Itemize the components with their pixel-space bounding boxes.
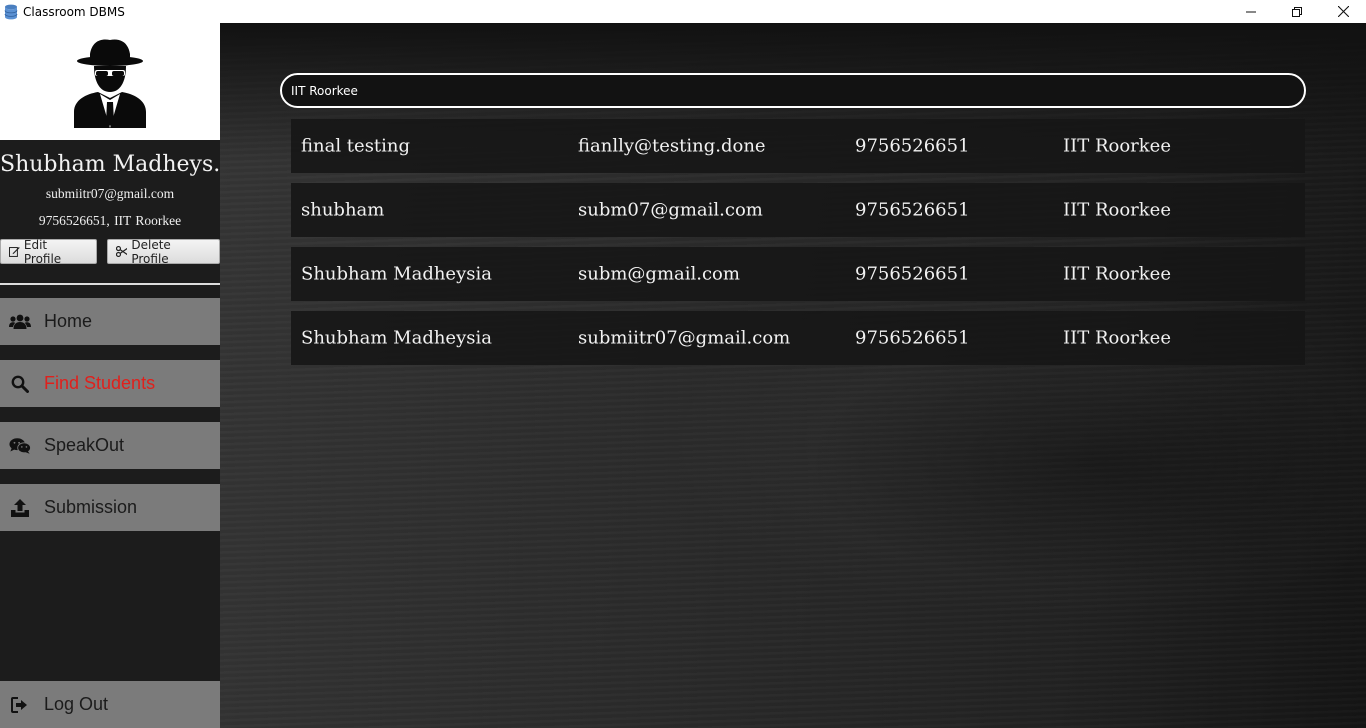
student-row[interactable]: final testing fianlly@testing.done 97565… [291, 119, 1305, 173]
student-name: final testing [301, 135, 411, 157]
nav-item-home[interactable]: Home [0, 298, 220, 345]
window-title: Classroom DBMS [23, 4, 125, 19]
nav-label-logout: Log Out [44, 694, 109, 714]
profile-email: submiitr07@gmail.com [45, 186, 175, 201]
upload-icon [9, 498, 31, 517]
student-institute: IIT Roorkee [1063, 199, 1171, 221]
student-institute: IIT Roorkee [1063, 135, 1171, 157]
profile-institute: IIT Roorkee [114, 213, 182, 228]
student-name: shubham [301, 199, 385, 221]
edit-profile-button[interactable]: Edit Profile [0, 237, 97, 266]
student-institute: IIT Roorkee [1063, 263, 1171, 285]
profile-phone: 9756526651, [38, 213, 110, 228]
search-icon [9, 375, 31, 393]
nav-item-speakout[interactable]: SpeakOut [0, 422, 220, 469]
nav-label-home: Home [44, 311, 93, 331]
student-email: submiitr07@gmail.com [578, 327, 791, 349]
student-phone: 9756526651 [855, 263, 970, 285]
sidebar: Shubham Madheys... submiitr07@gmail.com … [0, 23, 220, 728]
edit-icon [9, 247, 20, 257]
title-bar: Classroom DBMS [0, 0, 1366, 23]
close-icon [1337, 6, 1349, 17]
nav-label-submission: Submission [44, 497, 138, 517]
delete-profile-label: Delete Profile [131, 237, 171, 266]
sidebar-divider [0, 283, 220, 285]
student-phone: 9756526651 [855, 199, 970, 221]
spy-avatar-icon [74, 39, 146, 128]
close-button[interactable] [1320, 0, 1366, 23]
student-phone: 9756526651 [855, 135, 970, 157]
student-phone: 9756526651 [855, 327, 970, 349]
database-icon [4, 4, 18, 20]
results-list: final testing fianlly@testing.done 97565… [291, 119, 1305, 375]
edit-profile-label: Edit Profile [23, 237, 62, 266]
restore-button[interactable] [1274, 0, 1320, 23]
users-icon [9, 314, 31, 330]
student-row[interactable]: Shubham Madheysia submiitr07@gmail.com 9… [291, 311, 1305, 365]
nav-label-find-students: Find Students [44, 373, 156, 393]
avatar [0, 23, 220, 140]
restore-icon [1292, 6, 1302, 17]
search-input[interactable] [280, 73, 1306, 108]
student-row[interactable]: Shubham Madheysia subm@gmail.com 9756526… [291, 247, 1305, 301]
student-name: Shubham Madheysia [301, 327, 492, 349]
sign-out-icon [9, 696, 31, 713]
scissors-icon [115, 246, 128, 257]
student-name: Shubham Madheysia [301, 263, 492, 285]
window-controls [1228, 0, 1366, 23]
nav-item-submission[interactable]: Submission [0, 484, 220, 531]
main-content: final testing fianlly@testing.done 97565… [220, 23, 1366, 728]
profile-name: Shubham Madheys... [0, 152, 220, 177]
student-row[interactable]: shubham subm07@gmail.com 9756526651 IIT … [291, 183, 1305, 237]
student-institute: IIT Roorkee [1063, 327, 1171, 349]
nav-item-logout[interactable]: Log Out [0, 681, 220, 728]
chat-icon [9, 437, 31, 455]
nav-item-find-students[interactable]: Find Students [0, 360, 220, 407]
minimize-icon [1246, 11, 1256, 12]
minimize-button[interactable] [1228, 0, 1274, 23]
student-email: subm07@gmail.com [578, 199, 763, 221]
student-email: subm@gmail.com [578, 263, 740, 285]
profile-meta: 9756526651, IIT Roorkee [0, 213, 220, 229]
nav-label-speakout: SpeakOut [44, 435, 125, 455]
profile-actions: Edit Profile Delete Profile [0, 237, 220, 266]
student-email: fianlly@testing.done [578, 135, 766, 157]
delete-profile-button[interactable]: Delete Profile [106, 237, 220, 266]
